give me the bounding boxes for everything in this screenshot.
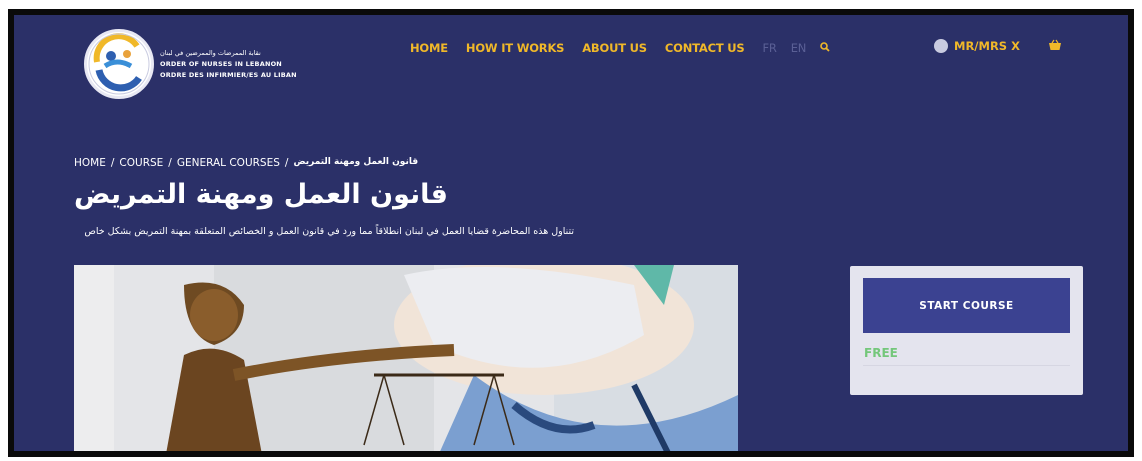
breadcrumb-separator: / <box>168 157 172 169</box>
nav-contact-us[interactable]: CONTACT US <box>665 41 745 55</box>
course-description: تتناول هذه المحاضرة قضايا العمل في لبنان… <box>84 226 574 237</box>
page-frame: نقابة الممرضات والممرضين في لبنان ORDER … <box>8 9 1134 457</box>
main-nav: HOME HOW IT WORKS ABOUT US CONTACT US FR… <box>410 41 830 55</box>
lang-en[interactable]: EN <box>791 41 807 55</box>
breadcrumb-category[interactable]: GENERAL COURSES <box>177 157 280 169</box>
nav-about-us[interactable]: ABOUT US <box>582 41 647 55</box>
avatar-icon <box>934 39 948 53</box>
nav-home[interactable]: HOME <box>410 41 448 55</box>
basket-icon[interactable] <box>1048 39 1062 55</box>
user-menu[interactable]: MR/MRS X <box>934 39 1020 53</box>
course-title: قانون العمل ومهنة التمريض <box>74 179 448 210</box>
nav-how-it-works[interactable]: HOW IT WORKS <box>466 41 565 55</box>
site-logo[interactable]: نقابة الممرضات والممرضين في لبنان ORDER … <box>84 29 297 99</box>
lang-fr[interactable]: FR <box>763 41 777 55</box>
breadcrumb-separator: / <box>110 157 115 169</box>
course-sidebar-card: START COURSE FREE <box>850 266 1083 395</box>
logo-line-french: ORDRE DES INFIRMIER/ES AU LIBAN <box>160 70 297 79</box>
start-course-button[interactable]: START COURSE <box>863 278 1070 333</box>
course-price: FREE <box>864 346 898 360</box>
logo-text: نقابة الممرضات والممرضين في لبنان ORDER … <box>160 48 297 81</box>
breadcrumb: HOME / COURSE / GENERAL COURSES / قانون … <box>74 157 418 169</box>
user-name: MR/MRS X <box>954 39 1020 53</box>
breadcrumb-separator: / <box>284 157 289 169</box>
breadcrumb-home[interactable]: HOME <box>74 157 106 169</box>
breadcrumb-course[interactable]: COURSE <box>119 157 163 169</box>
search-icon[interactable] <box>820 41 830 55</box>
breadcrumb-current: قانون العمل ومهنة التمريض <box>293 157 419 167</box>
divider <box>863 365 1070 366</box>
logo-line-english: ORDER OF NURSES IN LEBANON <box>160 59 282 68</box>
course-image <box>74 265 738 451</box>
logo-line-arabic: نقابة الممرضات والممرضين في لبنان <box>160 48 261 57</box>
order-of-nurses-logo-icon <box>84 29 154 99</box>
